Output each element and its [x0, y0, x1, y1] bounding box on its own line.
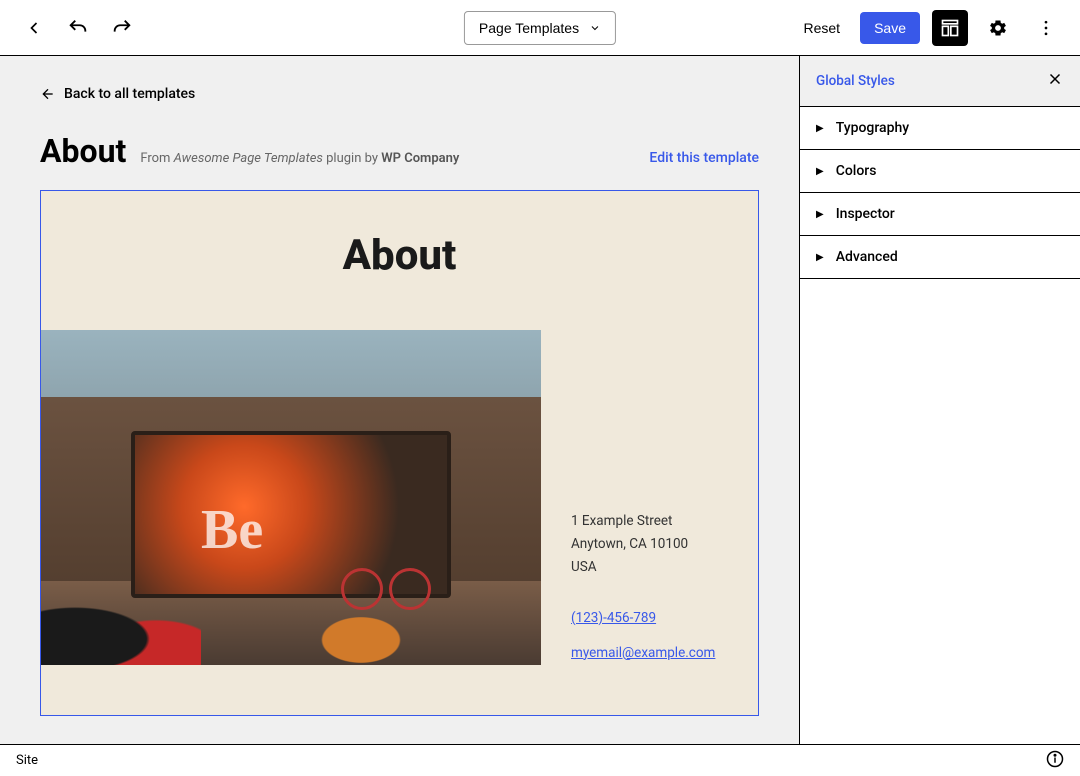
- footer: Site: [0, 744, 1080, 776]
- sidebar: Global Styles ▶ Typography ▶ Colors ▶ In…: [800, 56, 1080, 744]
- preview-heading: About: [41, 191, 758, 330]
- chevron-right-icon: ▶: [816, 252, 824, 263]
- chevron-right-icon: ▶: [816, 123, 824, 134]
- close-icon[interactable]: [1046, 70, 1064, 92]
- info-icon[interactable]: [1046, 750, 1064, 772]
- sidebar-title: Global Styles: [816, 73, 895, 89]
- panel-label: Colors: [836, 163, 877, 179]
- footer-label[interactable]: Site: [16, 753, 38, 768]
- panel-label: Inspector: [836, 206, 895, 222]
- panel-typography[interactable]: ▶ Typography: [800, 107, 1080, 150]
- chevron-right-icon: ▶: [816, 166, 824, 177]
- address-line: Anytown, CA 10100: [571, 533, 715, 556]
- toolbar-right: Reset Save: [796, 10, 1065, 46]
- sidebar-header: Global Styles: [800, 56, 1080, 107]
- back-to-templates-link[interactable]: Back to all templates: [40, 86, 759, 102]
- arrow-left-icon: [40, 86, 56, 102]
- template-header: About From Awesome Page Templates plugin…: [40, 132, 759, 170]
- redo-icon[interactable]: [104, 10, 140, 46]
- address-line: 1 Example Street: [571, 510, 715, 533]
- preview-image: Be: [41, 330, 541, 665]
- template-meta: From Awesome Page Templates plugin by WP…: [140, 151, 459, 166]
- chevron-right-icon: ▶: [816, 209, 824, 220]
- edit-template-link[interactable]: Edit this template: [649, 150, 759, 166]
- template-preview[interactable]: About Be 1 Example Street Anytown, CA 10…: [40, 190, 759, 716]
- email-link[interactable]: myemail@example.com: [571, 642, 715, 665]
- preview-contact: 1 Example Street Anytown, CA 10100 USA (…: [571, 330, 715, 665]
- panel-inspector[interactable]: ▶ Inspector: [800, 193, 1080, 236]
- panel-advanced[interactable]: ▶ Advanced: [800, 236, 1080, 279]
- dropdown-label: Page Templates: [479, 20, 579, 36]
- gear-icon[interactable]: [980, 10, 1016, 46]
- toolbar-left: [16, 10, 140, 46]
- undo-icon[interactable]: [60, 10, 96, 46]
- address-line: USA: [571, 556, 715, 579]
- phone-link[interactable]: (123)-456-789: [571, 607, 656, 630]
- top-toolbar: Page Templates Reset Save: [0, 0, 1080, 56]
- page-title: About: [40, 132, 126, 170]
- template-icon[interactable]: [932, 10, 968, 46]
- panel-label: Advanced: [836, 249, 898, 265]
- panel-colors[interactable]: ▶ Colors: [800, 150, 1080, 193]
- save-button[interactable]: Save: [860, 12, 920, 44]
- canvas-area: Back to all templates About From Awesome…: [0, 56, 800, 744]
- panel-label: Typography: [836, 120, 909, 136]
- chevron-down-icon: [589, 22, 601, 34]
- back-icon[interactable]: [16, 10, 52, 46]
- reset-button[interactable]: Reset: [796, 14, 849, 42]
- page-templates-dropdown[interactable]: Page Templates: [464, 11, 616, 45]
- more-icon[interactable]: [1028, 10, 1064, 46]
- back-label: Back to all templates: [64, 86, 195, 102]
